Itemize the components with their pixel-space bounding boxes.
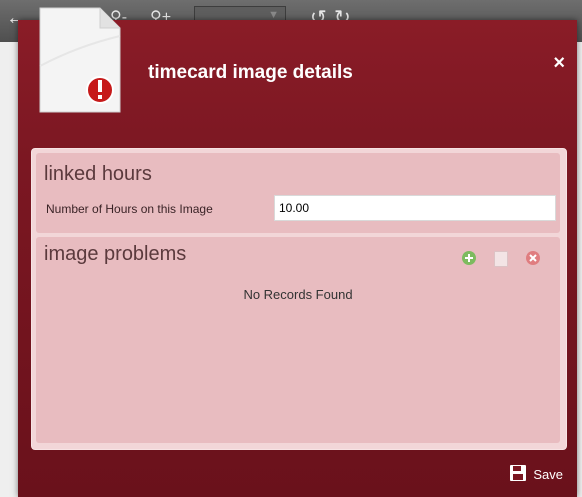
save-button[interactable]: Save — [509, 464, 563, 485]
timecard-image-details-dialog: timecard image details × linked hours Nu… — [18, 7, 577, 497]
document-error-icon — [38, 6, 122, 114]
background-content-left — [0, 42, 18, 497]
add-icon[interactable] — [462, 251, 476, 265]
linked-hours-title: linked hours — [44, 163, 152, 185]
dialog-title: timecard image details — [148, 62, 353, 83]
save-label: Save — [533, 467, 563, 482]
save-icon — [509, 464, 527, 485]
hours-input[interactable] — [274, 195, 556, 221]
image-problems-section: image problems No Records Found — [36, 237, 560, 443]
linked-hours-section: linked hours Number of Hours on this Ima… — [36, 153, 560, 233]
delete-icon[interactable] — [526, 251, 540, 265]
empty-state-text: No Records Found — [243, 287, 353, 302]
background-content-right — [577, 42, 582, 497]
details-panel: linked hours Number of Hours on this Ima… — [31, 148, 567, 450]
edit-document-icon[interactable] — [494, 251, 508, 267]
close-button[interactable]: × — [553, 52, 565, 75]
hours-label: Number of Hours on this Image — [46, 202, 213, 216]
image-problems-title: image problems — [44, 243, 187, 265]
